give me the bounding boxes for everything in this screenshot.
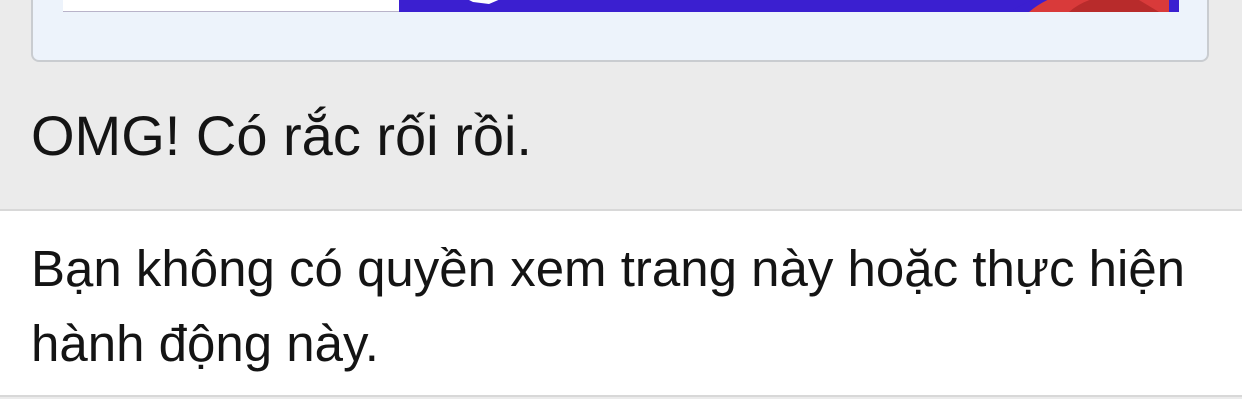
banner-card bbox=[31, 0, 1209, 62]
banner-left-panel bbox=[63, 0, 401, 12]
page: OMG! Có rắc rối rồi. Bạn không có quyền … bbox=[0, 0, 1242, 399]
error-message: Bạn không có quyền xem trang này hoặc th… bbox=[31, 240, 1186, 372]
banner-red-character bbox=[1009, 0, 1179, 12]
error-message-panel: Bạn không có quyền xem trang này hoặc th… bbox=[0, 209, 1242, 397]
banner-artwork bbox=[399, 0, 1179, 12]
error-title: OMG! Có rắc rối rồi. bbox=[31, 104, 532, 167]
banner-image bbox=[63, 0, 1179, 12]
banner-character-illustration bbox=[455, 0, 575, 12]
